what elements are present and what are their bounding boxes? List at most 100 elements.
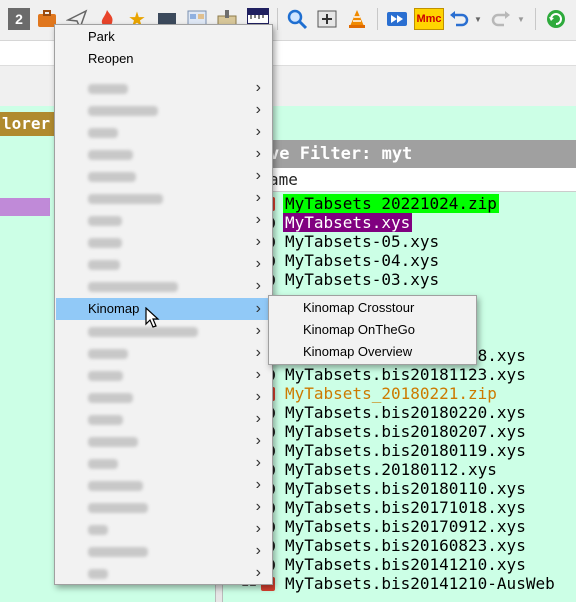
- file-row[interactable]: 21XMyTabsets.bis20141210.xys: [223, 555, 576, 574]
- menu-item-park[interactable]: Park: [56, 26, 271, 48]
- menu-item-redacted[interactable]: ›: [56, 540, 271, 562]
- redacted-label: [88, 215, 122, 226]
- submenu-arrow-icon: ›: [255, 255, 261, 272]
- menu-item-redacted[interactable]: ›: [56, 342, 271, 364]
- left-pane-selection[interactable]: [0, 198, 50, 216]
- redacted-label: [88, 326, 198, 337]
- toolbar-separator: [377, 8, 378, 30]
- file-row[interactable]: MyTabsets_20180221.zip: [223, 384, 576, 403]
- file-name: MyTabsets-04.xys: [285, 251, 440, 270]
- file-row[interactable]: XMyTabsets.bis20181123.xys: [223, 365, 576, 384]
- redacted-label: [88, 568, 108, 579]
- context-menu: Park Reopen › › › › › › › › › › Kinomap › › › › › › › › › › › › ›: [54, 24, 273, 585]
- submenu-arrow-icon: ›: [255, 233, 261, 250]
- menu-item-redacted[interactable]: ›: [56, 364, 271, 386]
- menu-item-redacted[interactable]: ›: [56, 231, 271, 253]
- menu-item-redacted[interactable]: ›: [56, 408, 271, 430]
- redacted-label: [88, 127, 118, 138]
- submenu-item-kinomap-crosstour[interactable]: Kinomap Crosstour: [270, 297, 475, 319]
- menu-item-reopen[interactable]: Reopen: [56, 48, 271, 70]
- menu-item-redacted[interactable]: ›: [56, 430, 271, 452]
- undo-icon[interactable]: [448, 8, 470, 30]
- menu-item-redacted[interactable]: ›: [56, 474, 271, 496]
- file-row[interactable]: XMyTabsets.bis20180220.xys: [223, 403, 576, 422]
- kinomap-submenu: Kinomap Crosstour Kinomap OnTheGo Kinomap …: [268, 295, 477, 365]
- menu-item-redacted[interactable]: ›: [56, 320, 271, 342]
- redacted-label: [88, 149, 133, 160]
- menu-item-redacted[interactable]: ›: [56, 562, 271, 584]
- menu-item-redacted[interactable]: ›: [56, 452, 271, 474]
- chevron-down-icon[interactable]: ▼: [472, 8, 484, 30]
- menu-item-redacted[interactable]: ›: [56, 518, 271, 540]
- file-row[interactable]: XMyTabsets.bis20180119.xys: [223, 441, 576, 460]
- panel-label: 2: [15, 11, 23, 27]
- menu-item-redacted[interactable]: ›: [56, 386, 271, 408]
- menu-item-redacted[interactable]: ›: [56, 209, 271, 231]
- live-filter-bar: ve Filter: myt: [223, 140, 576, 168]
- file-name: MyTabsets.xys: [283, 213, 413, 232]
- menu-item-redacted[interactable]: ›: [56, 187, 271, 209]
- redacted-label: [88, 524, 108, 535]
- file-name: MyTabsets.bis20141210-AusWeb: [285, 574, 555, 593]
- submenu-arrow-icon: ›: [255, 277, 261, 294]
- file-name: MyTabsets_20180221.zip: [285, 384, 497, 403]
- menu-item-redacted[interactable]: ›: [56, 143, 271, 165]
- resize-icon[interactable]: [316, 8, 338, 30]
- submenu-arrow-icon: ›: [255, 388, 261, 405]
- submenu-arrow-icon: ›: [255, 322, 261, 339]
- vlc-icon[interactable]: [346, 8, 368, 30]
- submenu-arrow-icon: ›: [255, 432, 261, 449]
- menu-item-label: Reopen: [88, 51, 134, 66]
- file-row[interactable]: XMyTabsets-03.xys: [223, 270, 576, 289]
- refresh-icon[interactable]: [545, 8, 567, 30]
- submenu-arrow-icon: ›: [255, 476, 261, 493]
- redacted-label: [88, 546, 148, 557]
- redacted-label: [88, 171, 136, 182]
- file-row[interactable]: XMyTabsets-04.xys: [223, 251, 576, 270]
- file-name: MyTabsets.bis20141210.xys: [285, 555, 526, 574]
- submenu-arrow-icon: ›: [255, 300, 261, 317]
- menu-item-redacted[interactable]: ›: [56, 253, 271, 275]
- redacted-label: [88, 458, 118, 469]
- file-row[interactable]: XMyTabsets.bis20170912.xys: [223, 517, 576, 536]
- file-name: MyTabsets.bis20180220.xys: [285, 403, 526, 422]
- menu-item-kinomap[interactable]: Kinomap ›: [56, 298, 271, 320]
- file-row[interactable]: XMyTabsets.bis20171018.xys: [223, 498, 576, 517]
- menu-item-redacted[interactable]: ›: [56, 121, 271, 143]
- menu-item-redacted[interactable]: ›: [56, 99, 271, 121]
- mmc-icon[interactable]: Mmc: [414, 8, 444, 30]
- file-row[interactable]: XMyTabsets.20180112.xys: [223, 460, 576, 479]
- submenu-item-kinomap-overview[interactable]: Kinomap Overview: [270, 341, 475, 363]
- redo-icon[interactable]: [490, 8, 512, 30]
- redacted-label: [88, 370, 123, 381]
- submenu-item-kinomap-onthego[interactable]: Kinomap OnTheGo: [270, 319, 475, 341]
- redacted-label: [88, 348, 128, 359]
- file-name: MyTabsets.bis20180207.xys: [285, 422, 526, 441]
- file-name: MyTabsets.bis20171018.xys: [285, 498, 526, 517]
- file-row[interactable]: XMyTabsets.bis20180207.xys: [223, 422, 576, 441]
- column-header-name[interactable]: ame: [223, 168, 576, 192]
- menu-item-redacted[interactable]: ›: [56, 496, 271, 518]
- submenu-arrow-icon: ›: [255, 520, 261, 537]
- redacted-label: [88, 281, 178, 292]
- chevron-down-icon[interactable]: ▼: [515, 8, 527, 30]
- file-row[interactable]: XMyTabsets.bis20160823.xys: [223, 536, 576, 555]
- file-row[interactable]: XMyTabsets.bis20180110.xys: [223, 479, 576, 498]
- file-row[interactable]: MyTabsets 20221024.zip: [223, 194, 576, 213]
- panel-2-icon[interactable]: 2: [8, 8, 30, 30]
- menu-item-redacted[interactable]: ›: [56, 165, 271, 187]
- file-name: MyTabsets.bis20180119.xys: [285, 441, 526, 460]
- submenu-arrow-icon: ›: [255, 101, 261, 118]
- menu-item-redacted[interactable]: ›: [56, 77, 271, 99]
- file-row[interactable]: 22MyTabsets.bis20141210-AusWeb: [223, 574, 576, 593]
- fast-forward-icon[interactable]: [386, 8, 408, 30]
- file-name: MyTabsets.bis20160823.xys: [285, 536, 526, 555]
- menu-item-redacted[interactable]: ›: [56, 275, 271, 297]
- file-row[interactable]: XMyTabsets.xys: [223, 213, 576, 232]
- toolbar-separator: [277, 8, 278, 30]
- search-icon[interactable]: [286, 8, 308, 30]
- file-name: MyTabsets-03.xys: [285, 270, 440, 289]
- file-row[interactable]: XMyTabsets-05.xys: [223, 232, 576, 251]
- file-name: MyTabsets.bis20170912.xys: [285, 517, 526, 536]
- mmc-label: Mmc: [416, 13, 442, 25]
